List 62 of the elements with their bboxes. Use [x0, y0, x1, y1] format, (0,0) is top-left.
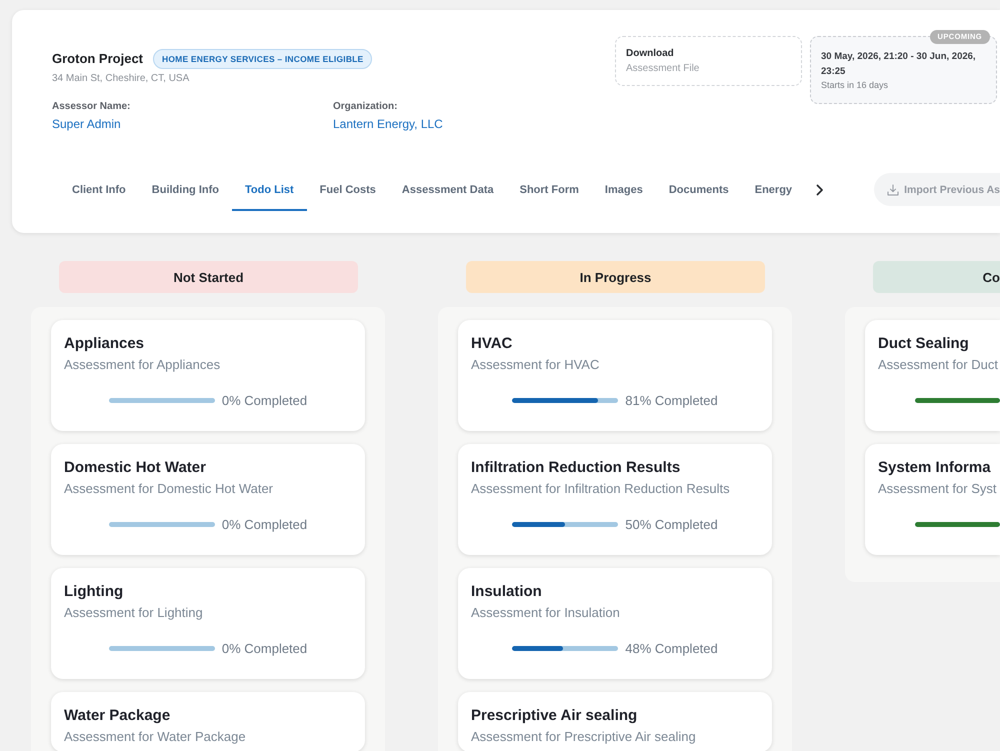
tab[interactable]: Building Info [138, 168, 232, 211]
task-description: Assessment for Appliances [64, 356, 222, 374]
task-title: Prescriptive Air sealing [471, 706, 638, 726]
task-description: Assessment for Duct [878, 356, 999, 374]
progress-label: 50% Completed [625, 516, 718, 532]
task-title: HVAC [471, 334, 514, 354]
progress-label: 0% Completed [222, 392, 308, 408]
detail-label: Assessor Name: [52, 100, 132, 114]
schedule-note: Starts in 16 days [821, 79, 890, 92]
detail-label: Organization: [333, 100, 398, 114]
project-name: Groton Project [52, 51, 144, 66]
task-card[interactable]: Water Package Assessment for Water Package [51, 692, 365, 751]
task-title: Domestic Hot Water [64, 458, 207, 478]
column-header: In Progress [466, 261, 765, 293]
download-file-link[interactable]: Download Assessment File [615, 36, 802, 86]
task-description: Assessment for Insulation [471, 604, 621, 622]
tab[interactable]: Fuel Costs [306, 168, 389, 211]
tab[interactable]: Energy [742, 168, 806, 211]
task-card[interactable]: System Informa Assessment for Syst [865, 444, 1000, 555]
task-title: Appliances [64, 334, 146, 354]
task-description: Assessment for Syst [878, 480, 998, 498]
task-card[interactable]: Lighting Assessment for Lighting 0% Completed [51, 568, 365, 679]
task-card[interactable]: Duct Sealing Assessment for Duct [865, 320, 1000, 431]
tab[interactable]: Assessment Data [388, 168, 507, 211]
task-title: Duct Sealing [878, 334, 970, 354]
task-card[interactable]: Insulation Assessment for Insulation 48% Completed [458, 568, 772, 679]
task-card[interactable]: Domestic Hot Water Assessment for Domestic Hot Water 0% Completed [51, 444, 365, 555]
progress-label: 0% Completed [222, 640, 308, 656]
task-description: Assessment for Prescriptive Air sealing [471, 728, 697, 746]
tab[interactable]: Todo List [232, 168, 307, 211]
download-title: Download [626, 47, 675, 61]
progress-label: 48% Completed [625, 640, 718, 656]
detail-value: Lantern Energy, LLC [333, 116, 444, 132]
task-title: Water Package [64, 706, 172, 726]
progress-label: 0% Completed [222, 516, 308, 532]
chevron-right-icon [816, 184, 824, 196]
tab[interactable]: Client Info [59, 168, 139, 211]
tab[interactable]: Documents [656, 168, 742, 211]
task-title: System Informa [878, 458, 992, 478]
task-description: Assessment for Lighting [64, 604, 204, 622]
task-title: Insulation [471, 582, 543, 602]
program-badge: HOME ENERGY SERVICES – INCOME ELIGIBLE [153, 48, 372, 68]
task-title: Lighting [64, 582, 124, 602]
task-title: Infiltration Reduction Results [471, 458, 682, 478]
tab[interactable]: Images [592, 168, 656, 211]
detail-value: Super Admin [52, 116, 122, 132]
task-card[interactable]: Prescriptive Air sealing Assessment for Prescriptive Air sealing [458, 692, 772, 751]
task-description: Assessment for HVAC [471, 356, 600, 374]
column-header: Not Started [59, 261, 358, 293]
column-header: Co [873, 261, 1000, 293]
task-card[interactable]: HVAC Assessment for HVAC 81% Completed [458, 320, 772, 431]
schedule-range: 30 May, 2026, 21:20 - 30 Jun, 2026, 23:25 [821, 50, 977, 79]
task-description: Assessment for Domestic Hot Water [64, 480, 274, 498]
task-description: Assessment for Water Package [64, 728, 247, 746]
task-description: Assessment for Infiltration Reduction Results [471, 480, 731, 498]
task-card[interactable]: Appliances Assessment for Appliances 0% Completed [51, 320, 365, 431]
task-card[interactable]: Infiltration Reduction Results Assessment for Infiltration Reduction Results 50% Completed [458, 444, 772, 555]
progress-label: 81% Completed [625, 392, 718, 408]
tab[interactable]: Short Form [506, 168, 592, 211]
download-subtitle: Assessment File [626, 62, 700, 76]
download-icon [887, 184, 900, 196]
project-address: 34 Main St, Cheshire, CT, USA [52, 72, 190, 86]
